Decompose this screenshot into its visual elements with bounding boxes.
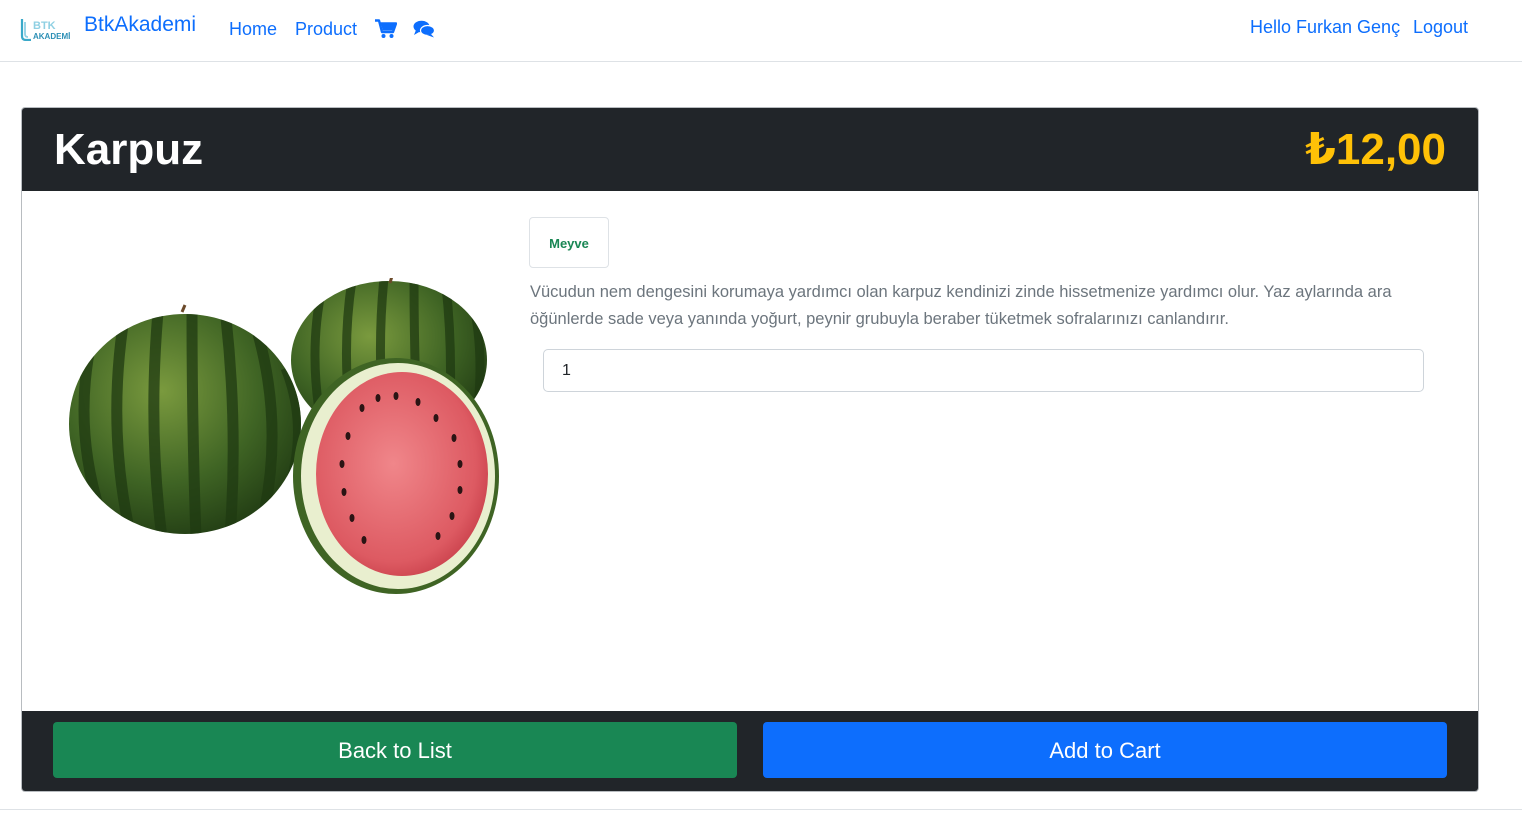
brand-link[interactable]: BtkAkademi xyxy=(84,13,196,37)
nav-product-link[interactable]: Product xyxy=(295,19,357,40)
category-badge: Meyve xyxy=(529,217,609,268)
navbar: BTK AKADEMİ BtkAkademi Home Product Hell… xyxy=(0,0,1522,62)
quantity-input[interactable] xyxy=(543,349,1424,392)
user-greeting-link[interactable]: Hello Furkan Genç xyxy=(1250,17,1400,38)
product-description: Vücudun nem dengesini korumaya yardımcı … xyxy=(530,283,1392,328)
back-to-list-button[interactable]: Back to List xyxy=(53,722,737,778)
product-image xyxy=(69,278,499,594)
svg-text:BTK: BTK xyxy=(33,20,56,32)
product-detail-card: Karpuz ₺12,00 Meyve Vücudun nem dengesin… xyxy=(21,107,1479,792)
footer-divider xyxy=(0,809,1522,810)
svg-text:AKADEMİ: AKADEMİ xyxy=(33,32,70,41)
card-footer: Back to List Add to Cart xyxy=(22,711,1478,791)
product-title: Karpuz xyxy=(54,125,204,174)
card-header: Karpuz ₺12,00 xyxy=(22,108,1478,191)
btk-akademi-logo[interactable]: BTK AKADEMİ xyxy=(20,17,78,41)
nav-home-link[interactable]: Home xyxy=(229,19,277,40)
add-to-cart-button[interactable]: Add to Cart xyxy=(763,722,1447,778)
product-price: ₺12,00 xyxy=(1305,125,1446,174)
logout-link[interactable]: Logout xyxy=(1413,17,1468,38)
comments-icon[interactable] xyxy=(413,20,435,38)
cart-icon[interactable] xyxy=(375,19,397,39)
